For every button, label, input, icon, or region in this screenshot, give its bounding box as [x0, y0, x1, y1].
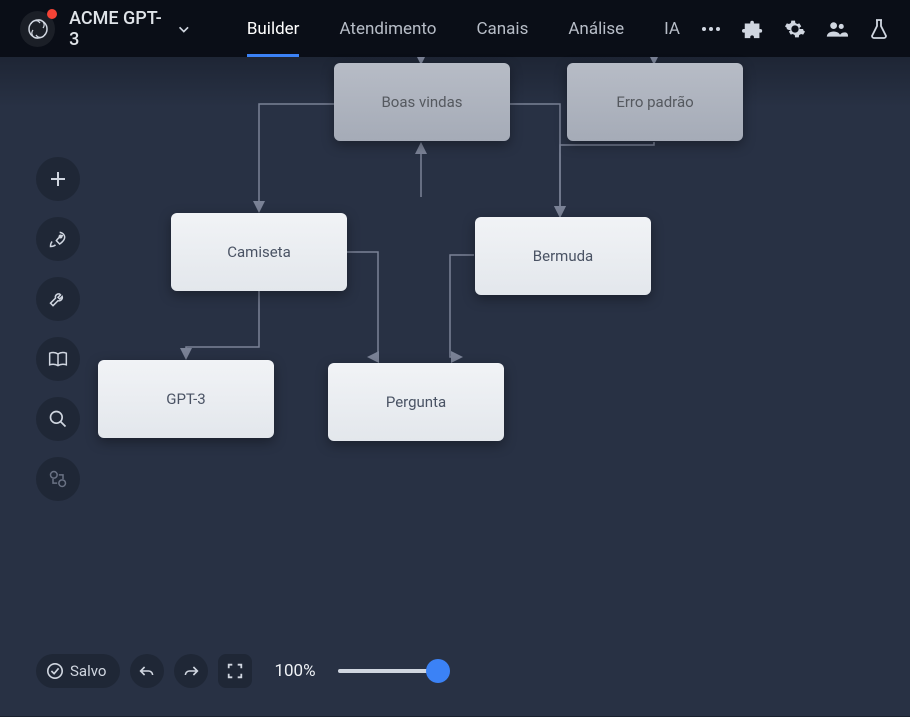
undo-icon: [139, 664, 155, 678]
more-icon[interactable]: [700, 18, 722, 40]
chevron-down-icon: [177, 22, 191, 36]
search-icon: [48, 409, 68, 429]
variables-button[interactable]: [36, 457, 80, 501]
redo-icon: [183, 664, 199, 678]
node-label: Erro padrão: [616, 93, 693, 111]
nav-analise[interactable]: Análise: [548, 0, 644, 57]
node-pergunta[interactable]: Pergunta: [328, 363, 504, 441]
node-label: Camiseta: [227, 243, 291, 261]
app-title-text: ACME GPT-3: [69, 8, 169, 50]
nav-canais[interactable]: Canais: [456, 0, 548, 57]
node-bermuda[interactable]: Bermuda: [475, 217, 651, 295]
node-label: Bermuda: [533, 247, 593, 265]
node-gpt3[interactable]: GPT-3: [98, 360, 274, 438]
nav-ia[interactable]: IA: [644, 0, 700, 57]
rocket-icon: [48, 229, 68, 249]
book-icon: [48, 350, 68, 368]
app-logo[interactable]: [20, 11, 55, 47]
people-icon[interactable]: [826, 18, 848, 40]
deploy-button[interactable]: [36, 217, 80, 261]
zoom-thumb[interactable]: [426, 659, 450, 683]
zoom-slider[interactable]: [338, 669, 438, 673]
redo-button[interactable]: [174, 654, 208, 688]
canvas[interactable]: Boas vindas Erro padrão Camiseta Bermuda…: [0, 57, 910, 716]
bottom-bar: Salvo 100%: [36, 654, 438, 688]
topbar-right: [700, 18, 890, 40]
nav-builder[interactable]: Builder: [227, 0, 320, 57]
fullscreen-button[interactable]: [218, 654, 252, 688]
node-label: Boas vindas: [381, 93, 462, 111]
nav-label: Análise: [568, 19, 624, 39]
check-circle-icon: [46, 662, 64, 680]
gear-icon[interactable]: [784, 18, 806, 40]
node-camiseta[interactable]: Camiseta: [171, 213, 347, 291]
zoom-label: 100%: [274, 661, 315, 681]
nav-label: Builder: [247, 19, 300, 39]
main-nav: Builder Atendimento Canais Análise IA: [227, 0, 700, 57]
fullscreen-icon: [226, 662, 244, 680]
nav-label: Canais: [476, 19, 528, 39]
save-label: Salvo: [70, 662, 106, 680]
puzzle-icon[interactable]: [742, 18, 764, 40]
save-status: Salvo: [36, 654, 120, 688]
flask-icon[interactable]: [868, 18, 890, 40]
node-erro-padrao[interactable]: Erro padrão: [567, 63, 743, 141]
node-boas-vindas[interactable]: Boas vindas: [334, 63, 510, 141]
nav-atendimento[interactable]: Atendimento: [319, 0, 456, 57]
app-title-dropdown[interactable]: ACME GPT-3: [69, 8, 191, 50]
settings-button[interactable]: [36, 277, 80, 321]
docs-button[interactable]: [36, 337, 80, 381]
top-bar: ACME GPT-3 Builder Atendimento Canais An…: [0, 0, 910, 57]
side-toolbar: [36, 157, 80, 501]
nav-label: Atendimento: [339, 19, 436, 39]
search-button[interactable]: [36, 397, 80, 441]
plus-icon: [48, 169, 68, 189]
add-button[interactable]: [36, 157, 80, 201]
nav-label: IA: [664, 19, 680, 39]
node-label: Pergunta: [386, 393, 446, 411]
exchange-icon: [48, 469, 68, 489]
notification-badge: [47, 9, 57, 19]
node-label: GPT-3: [166, 390, 206, 408]
wrench-icon: [48, 289, 68, 309]
undo-button[interactable]: [130, 654, 164, 688]
openai-icon: [26, 17, 50, 41]
